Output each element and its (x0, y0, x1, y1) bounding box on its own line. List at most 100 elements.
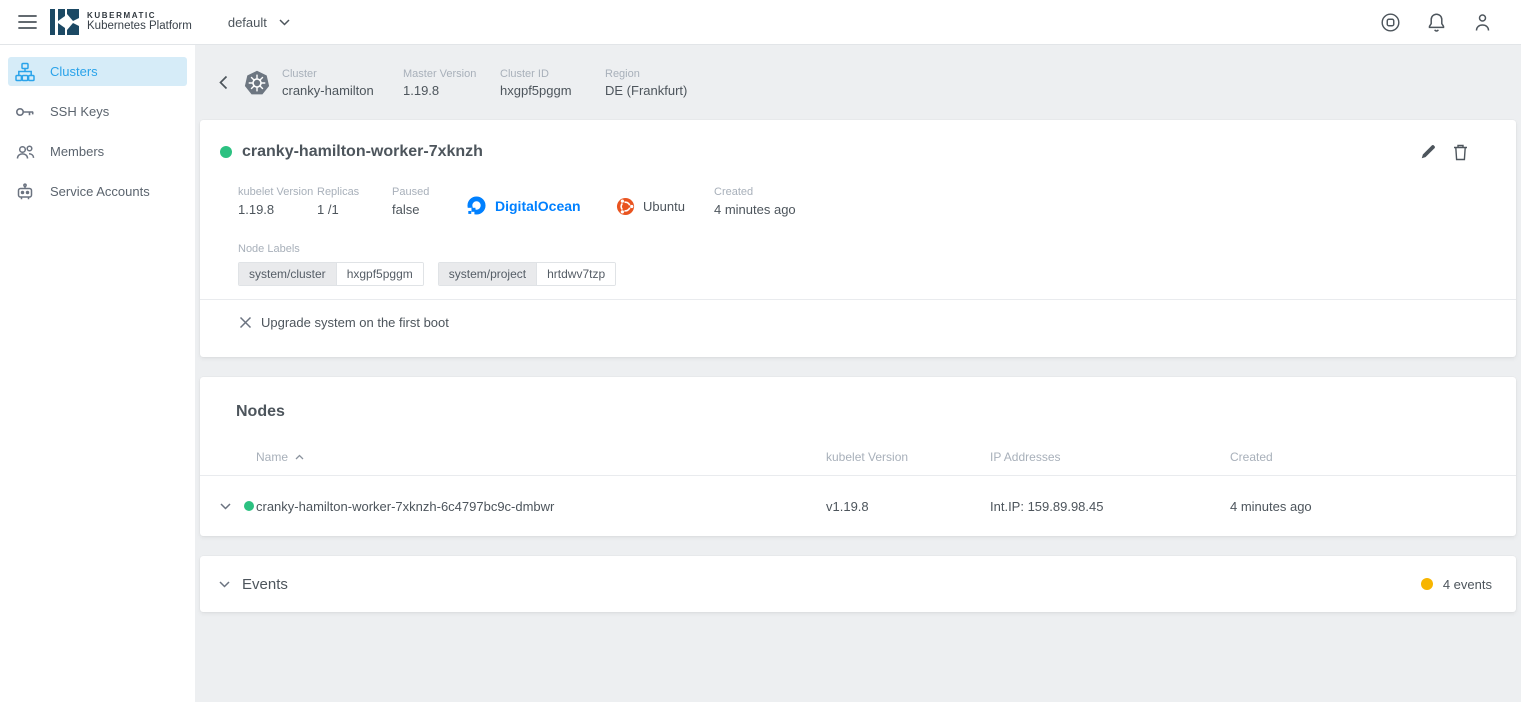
robot-icon (14, 182, 36, 202)
events-count: 4 events (1443, 577, 1492, 592)
field-value: hxgpf5pggm (500, 83, 605, 98)
sidebar-item-service-accounts[interactable]: Service Accounts (8, 177, 187, 206)
project-selector-value: default (228, 15, 267, 30)
field-value: false (392, 202, 466, 217)
machine-deployment-details: kubelet Version 1.19.8 Replicas 1 /1 Pau… (200, 186, 1516, 217)
nodes-table-header: Name kubelet Version IP Addresses Create… (200, 439, 1516, 476)
os-block: Ubuntu (616, 197, 714, 217)
nodes-title: Nodes (200, 377, 1516, 421)
machine-deployment-card: cranky-hamilton-worker-7xknzh kubelet Ve… (200, 120, 1516, 357)
field-value: cranky-hamilton (282, 83, 403, 98)
node-labels-section: Node Labels system/cluster hxgpf5pggm sy… (200, 240, 1516, 286)
sidebar-item-label: Members (50, 144, 104, 159)
chevron-down-icon (279, 19, 290, 26)
nodes-card: Nodes Name kubelet Version IP Addresses … (200, 377, 1516, 536)
menu-button[interactable] (18, 14, 37, 30)
sidebar: Clusters SSH Keys Members Service Accoun… (0, 45, 195, 702)
back-icon (219, 75, 233, 90)
help-button[interactable] (1379, 11, 1401, 33)
key-icon (14, 102, 36, 122)
topbar-actions (1379, 11, 1493, 33)
chip-value: hrtdwv7tzp (536, 263, 615, 285)
field-label: Cluster (282, 68, 403, 80)
field-label: Paused (392, 186, 466, 198)
field-value: 1.19.8 (238, 202, 317, 217)
edit-icon (1420, 144, 1436, 160)
upgrade-note-text: Upgrade system on the first boot (261, 315, 449, 330)
upgrade-note-row: Upgrade system on the first boot (200, 300, 1516, 357)
ubuntu-icon (616, 197, 635, 216)
field-label: kubelet Version (238, 186, 317, 198)
sidebar-item-members[interactable]: Members (8, 137, 187, 166)
chip-key: system/cluster (239, 263, 336, 285)
brand-subtitle: Kubernetes Platform (87, 20, 192, 33)
delete-button[interactable] (1453, 144, 1468, 161)
field-value: 1.19.8 (403, 83, 500, 98)
column-header-ip: IP Addresses (990, 450, 1230, 464)
chip-value: hxgpf5pggm (336, 263, 423, 285)
node-name: cranky-hamilton-worker-7xknzh-6c4797bc9c… (256, 499, 826, 514)
master-version-field: Master Version 1.19.8 (403, 68, 500, 98)
os-label: Ubuntu (643, 199, 685, 214)
node-labels-label: Node Labels (238, 243, 300, 255)
node-label-chip: system/project hrtdwv7tzp (438, 262, 616, 286)
user-icon (1473, 12, 1492, 33)
events-badge: 4 events (1421, 577, 1492, 592)
node-labels-chips: system/cluster hxgpf5pggm system/project… (238, 262, 1516, 286)
chevron-down-icon[interactable] (220, 503, 231, 510)
delete-icon (1453, 144, 1468, 161)
cluster-id-field: Cluster ID hxgpf5pggm (500, 68, 605, 98)
provider-label: DigitalOcean (495, 198, 581, 214)
field-label: Cluster ID (500, 68, 605, 80)
sidebar-item-ssh-keys[interactable]: SSH Keys (8, 97, 187, 126)
field-label: Master Version (403, 68, 500, 80)
hamburger-icon (18, 14, 37, 30)
status-dot-green (244, 501, 254, 511)
sidebar-item-clusters[interactable]: Clusters (8, 57, 187, 86)
events-card: Events 4 events (200, 556, 1516, 612)
user-menu-button[interactable] (1471, 11, 1493, 33)
column-header-created: Created (1230, 450, 1516, 464)
chevron-down-icon (219, 581, 230, 588)
replicas-field: Replicas 1 /1 (317, 186, 392, 217)
provider-block: DigitalOcean (466, 195, 616, 217)
paused-field: Paused false (392, 186, 466, 217)
status-dot-amber (1421, 578, 1433, 590)
field-label: Replicas (317, 186, 392, 198)
close-icon (239, 316, 252, 329)
back-button[interactable] (219, 75, 233, 90)
kubernetes-icon (244, 70, 270, 96)
edit-button[interactable] (1420, 144, 1436, 161)
field-value: DE (Frankfurt) (605, 83, 687, 98)
kubermatic-logo-icon (50, 8, 80, 36)
cluster-header: Cluster cranky-hamilton Master Version 1… (195, 45, 1521, 120)
field-value: 1 /1 (317, 202, 392, 217)
project-selector[interactable]: default (228, 15, 290, 30)
node-row[interactable]: cranky-hamilton-worker-7xknzh-6c4797bc9c… (200, 476, 1516, 536)
region-field: Region DE (Frankfurt) (605, 68, 687, 98)
help-icon (1380, 12, 1401, 33)
node-created: 4 minutes ago (1230, 499, 1516, 514)
sidebar-item-label: SSH Keys (50, 104, 109, 119)
sidebar-item-label: Clusters (50, 64, 98, 79)
brand-name: KUBERMATIC (87, 11, 192, 20)
column-header-kubelet: kubelet Version (826, 450, 990, 464)
machine-deployment-name: cranky-hamilton-worker-7xknzh (242, 143, 483, 161)
notifications-button[interactable] (1425, 11, 1447, 33)
brand-logo[interactable]: KUBERMATIC Kubernetes Platform (50, 8, 192, 36)
events-header-row[interactable]: Events 4 events (200, 556, 1516, 612)
events-title: Events (242, 576, 288, 593)
main-content: Cluster cranky-hamilton Master Version 1… (195, 0, 1521, 612)
machine-deployment-actions (1420, 144, 1468, 161)
kubelet-version-field: kubelet Version 1.19.8 (238, 186, 317, 217)
node-ip-addresses: Int.IP: 159.89.98.45 (990, 499, 1230, 514)
field-label: Region (605, 68, 687, 80)
sidebar-item-label: Service Accounts (50, 184, 150, 199)
column-header-name[interactable]: Name (256, 450, 826, 464)
members-icon (14, 142, 36, 162)
node-label-chip: system/cluster hxgpf5pggm (238, 262, 424, 286)
field-label: Created (714, 186, 796, 198)
field-value: 4 minutes ago (714, 202, 796, 217)
chip-key: system/project (439, 263, 536, 285)
cluster-field: Cluster cranky-hamilton (282, 68, 403, 98)
